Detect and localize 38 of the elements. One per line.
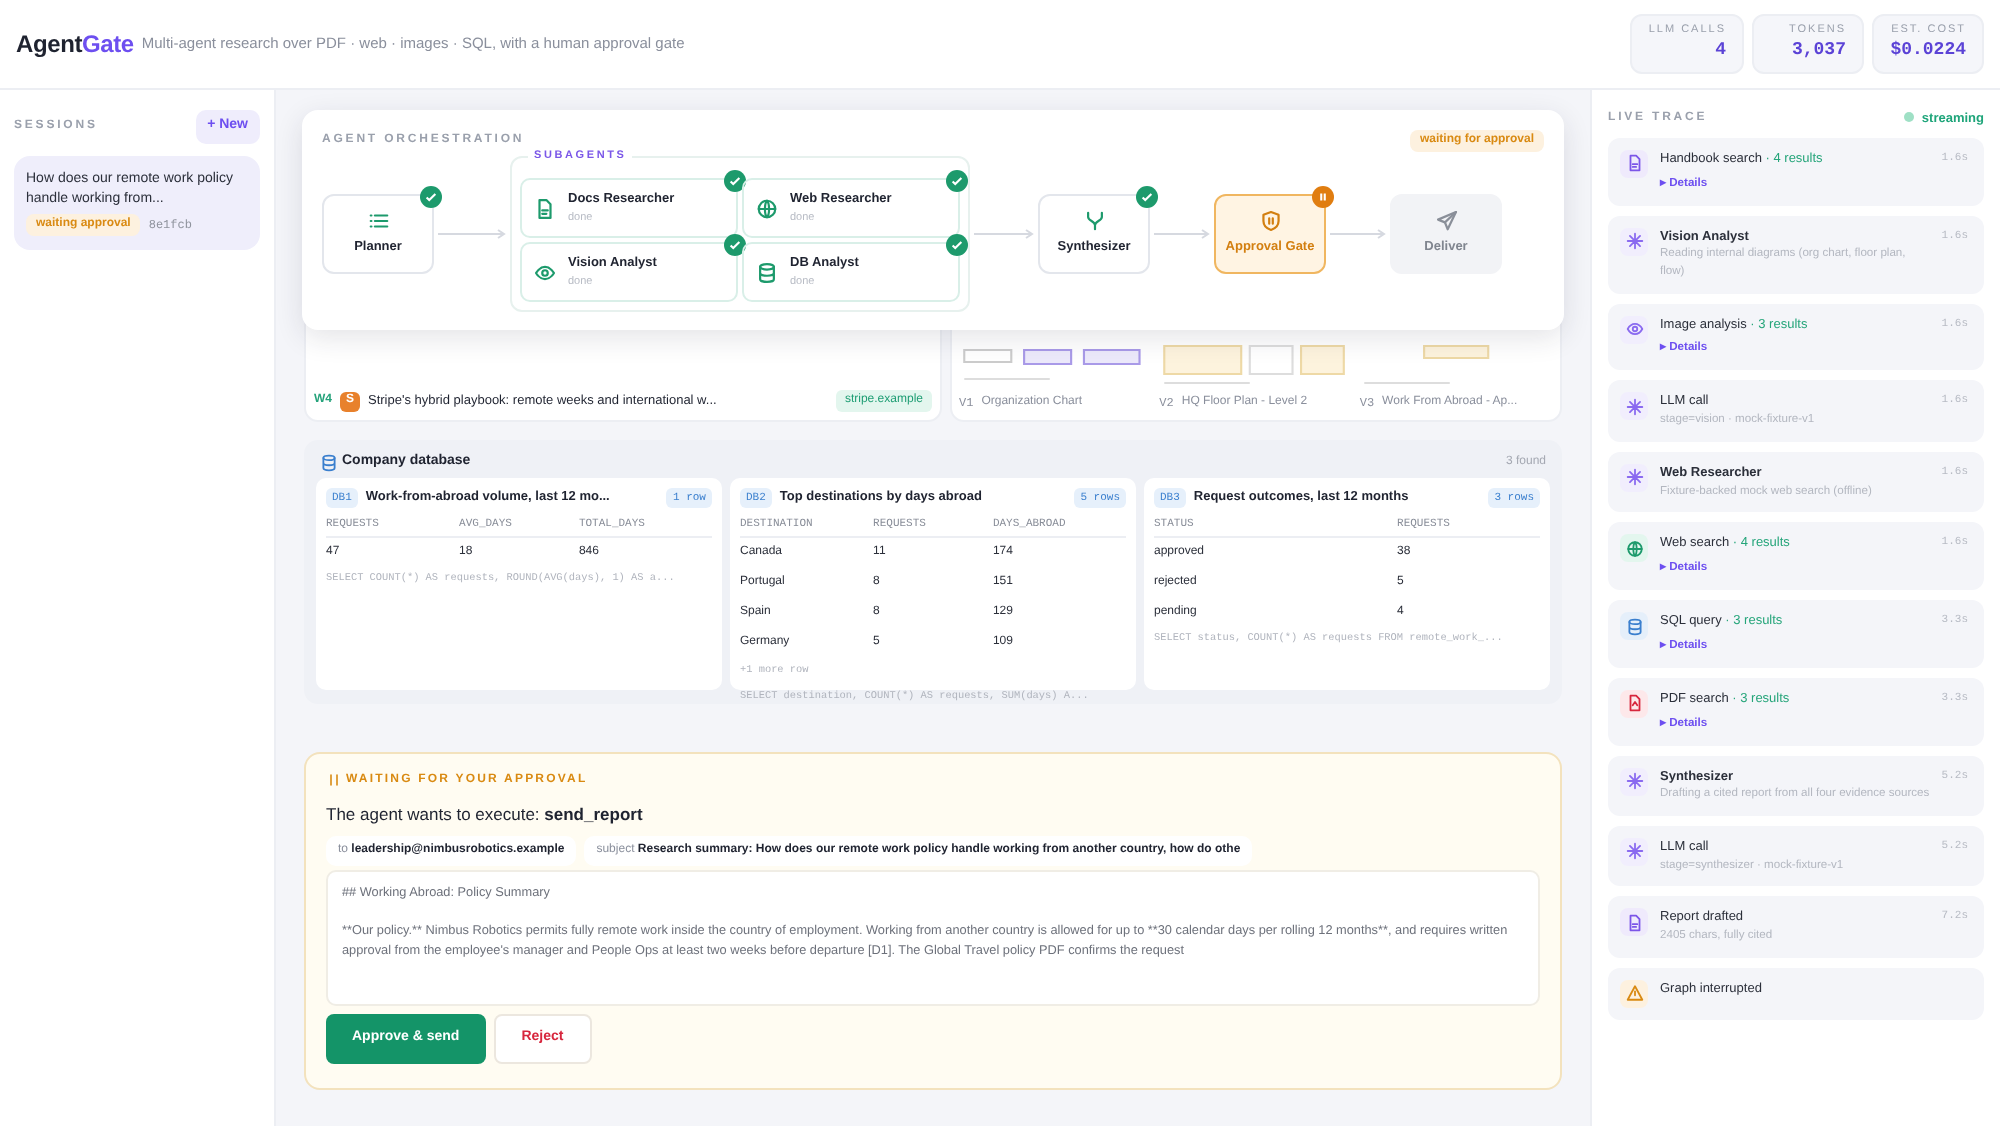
- document-icon: [1625, 154, 1643, 173]
- database-icon: [1625, 617, 1643, 635]
- pause-icon: [326, 772, 342, 788]
- sparkle-icon: [1625, 772, 1643, 790]
- arrow: [1330, 227, 1386, 240]
- database-icon: [756, 261, 778, 283]
- document-icon: [534, 197, 556, 219]
- sparkle-icon: [1625, 468, 1643, 487]
- stat-value: 4: [1713, 38, 1726, 65]
- database-icon: [320, 453, 338, 472]
- shield-icon: [1259, 210, 1281, 233]
- check-badge: [946, 170, 968, 192]
- sparkle-icon: [1625, 232, 1643, 250]
- brand-logo: AgentGate: [16, 28, 134, 62]
- arrow: [438, 227, 506, 240]
- warning-icon: [1625, 984, 1643, 1003]
- check-badge: [420, 186, 442, 208]
- send-icon: [1435, 210, 1457, 233]
- sparkle-icon: [1625, 842, 1643, 861]
- globe-icon: [1625, 539, 1643, 558]
- check-badge: [724, 170, 746, 192]
- fork-icon: [1083, 210, 1105, 233]
- sparkle-icon: [1625, 397, 1643, 416]
- globe-icon: [756, 197, 778, 219]
- list-icon: [367, 210, 389, 233]
- stat-value: 3,037: [1789, 38, 1846, 65]
- arrow: [1154, 227, 1210, 240]
- document-icon: [1625, 913, 1643, 932]
- arrow: [974, 227, 1034, 240]
- document-icon: [1625, 694, 1643, 713]
- check-badge: [724, 234, 746, 256]
- eye-icon: [534, 261, 556, 283]
- check-badge: [1136, 186, 1158, 208]
- pause-badge: [1312, 186, 1334, 208]
- approval-prompt: The agent wants to execute: send_report: [326, 801, 645, 827]
- check-badge: [946, 234, 968, 256]
- eye-icon: [1625, 320, 1643, 339]
- stat-value: $0.0224: [1890, 38, 1966, 65]
